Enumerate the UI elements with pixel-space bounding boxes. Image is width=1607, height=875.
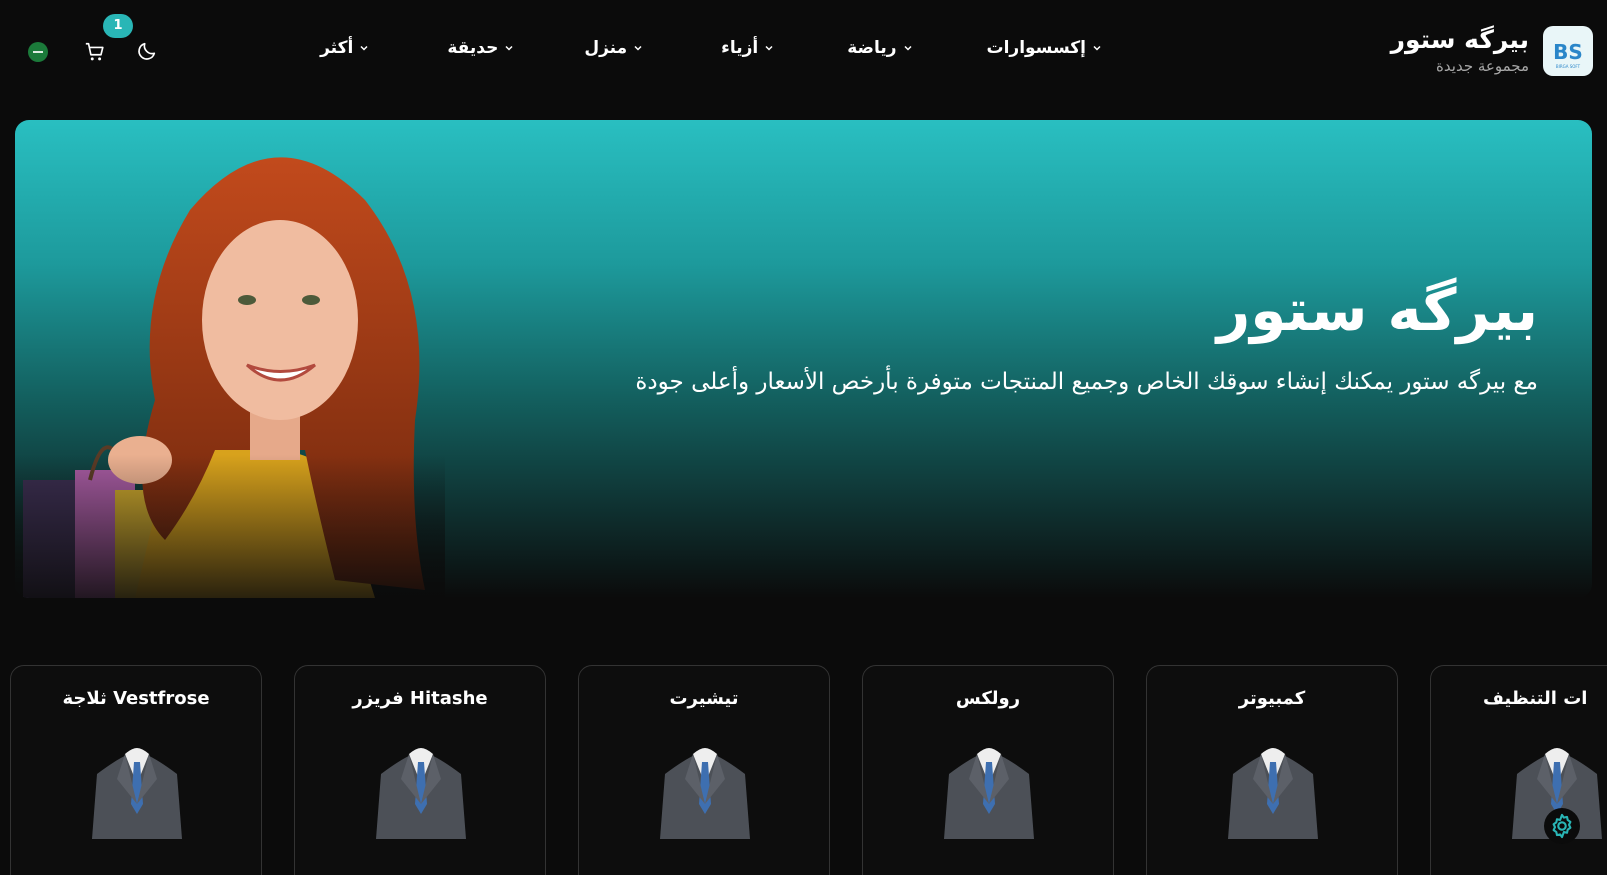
nav-fashion[interactable]: أزياء [721,38,774,58]
main-nav: إكسسوارات رياضة أزياء منزل حديقة أكثر [320,38,1102,58]
nav-home[interactable]: منزل [584,38,643,58]
theme-toggle-button[interactable] [136,40,158,66]
hero-description: مع بيرگه ستور يمكنك إنشاء سوقك الخاص وجم… [635,369,1538,395]
brand-logo: BS BIRGA SOFT [1543,26,1593,76]
chevron-down-icon [360,45,368,51]
nav-garden[interactable]: حديقة [447,38,514,58]
site-header: BS BIRGA SOFT بيرگه ستور مجموعة جديدة إك… [0,0,1607,100]
hero-model-image [15,120,445,598]
nav-sports[interactable]: رياضة [847,38,912,58]
header-tools: 1 [28,14,156,62]
cart-button[interactable] [84,41,106,67]
chevron-down-icon [903,45,912,51]
brand-subtitle: مجموعة جديدة [1436,57,1529,75]
cart-count-badge: 1 [103,14,133,38]
category-card[interactable]: كمبيوتر [1146,665,1398,875]
brand[interactable]: BS BIRGA SOFT بيرگه ستور مجموعة جديدة [1391,26,1593,76]
suit-image-icon [376,748,466,839]
cart-icon [85,42,104,61]
suit-image-icon [92,748,182,839]
suit-image-icon [944,748,1034,839]
suit-image-icon [1228,748,1318,839]
chevron-down-icon [1093,45,1101,51]
brand-name: بيرگه ستور [1390,25,1529,54]
chevron-down-icon [505,45,513,51]
category-card[interactable]: رولكس [862,665,1114,875]
nav-label: حديقة [447,38,499,58]
moon-icon [138,42,156,60]
category-card[interactable]: Hitashe فريزر [294,665,546,875]
language-flag-icon[interactable] [28,42,48,62]
nav-label: منزل [584,38,628,58]
gear-icon [1552,813,1572,839]
category-title: Hitashe فريزر [352,688,488,709]
category-title: ات التنظيف [1483,688,1588,709]
svg-text:BIRGA SOFT: BIRGA SOFT [1556,64,1581,69]
nav-accessories[interactable]: إكسسوارات [987,38,1103,58]
nav-more[interactable]: أكثر [320,38,369,58]
chevron-down-icon [634,45,642,51]
hero-banner: بيرگه ستور مع بيرگه ستور يمكنك إنشاء سوق… [15,120,1592,598]
nav-label: أزياء [721,38,759,58]
category-title: Vestfrose ثلاجة [62,688,210,709]
settings-button[interactable] [1544,808,1580,844]
category-title: تيشيرت [669,688,739,709]
suit-image-icon [660,748,750,839]
category-card[interactable]: تيشيرت [578,665,830,875]
nav-label: رياضة [847,38,897,58]
category-card[interactable]: ات التنظيف [1430,665,1607,875]
category-title: كمبيوتر [1238,688,1306,709]
category-card[interactable]: Vestfrose ثلاجة [10,665,262,875]
category-title: رولكس [955,688,1021,709]
hero-title: بيرگه ستور [1216,276,1538,344]
category-list: Vestfrose ثلاجة Hitashe فريزر تيشيرت رول… [0,665,1607,875]
svg-text:BS: BS [1553,40,1583,64]
nav-label: إكسسوارات [986,38,1087,58]
chevron-down-icon [765,45,773,51]
nav-label: أكثر [320,38,354,58]
